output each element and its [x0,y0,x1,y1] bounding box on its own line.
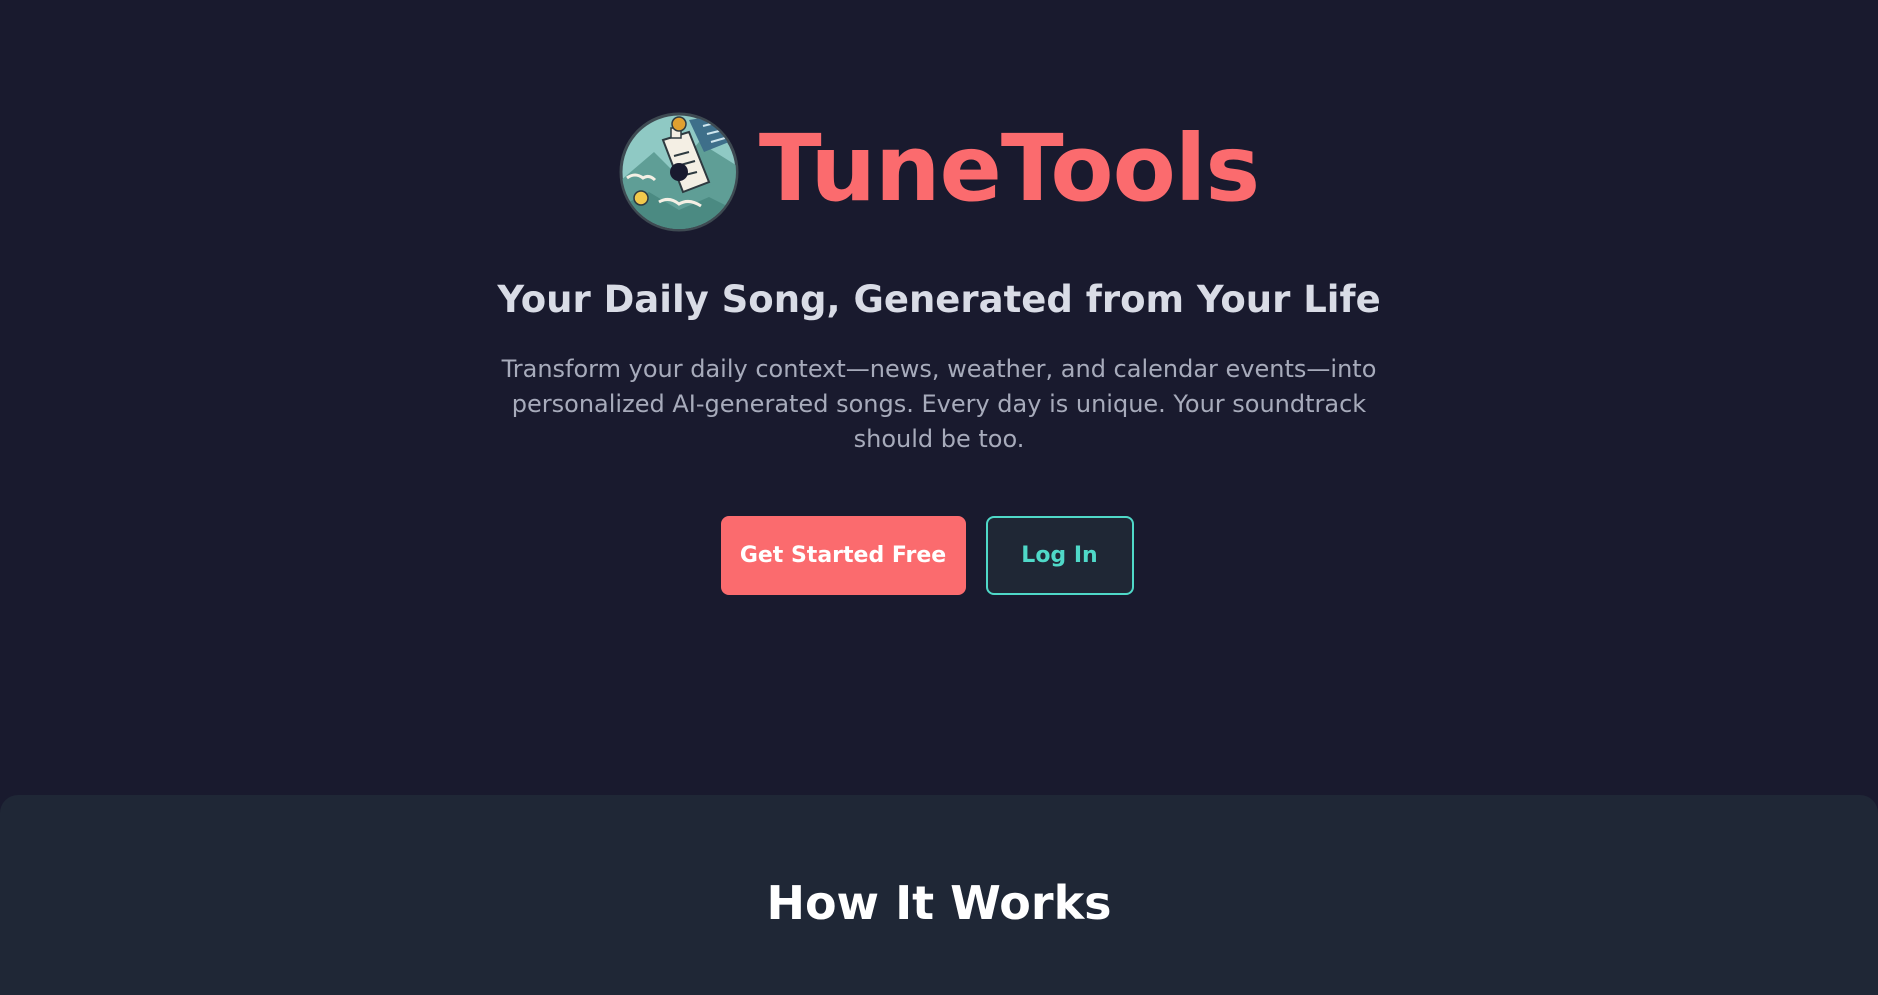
hero-section: TuneTools Your Daily Song, Generated fro… [0,0,1878,795]
vinyl-record-icon [619,112,739,232]
get-started-button[interactable]: Get Started Free [720,516,966,595]
log-in-button[interactable]: Log In [985,516,1134,595]
section-title: How It Works [766,876,1112,930]
page-title: Your Daily Song, Generated from Your Lif… [497,278,1381,321]
hero-description: Transform your daily context—news, weath… [501,355,1377,453]
brand-name: TuneTools [758,115,1260,222]
brand-header: TuneTools [0,112,1878,232]
how-it-works-section: How It Works [0,795,1878,995]
cta-group: Get Started Free Log In [0,516,1878,595]
